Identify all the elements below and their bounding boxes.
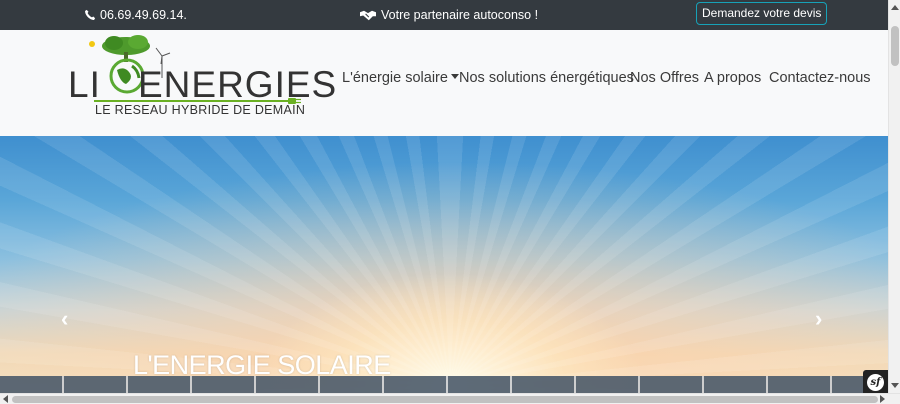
nav-item-label: L'énergie solaire — [342, 70, 448, 86]
logo-underline — [94, 100, 294, 102]
hero-carousel: ‹ › L'ENERGIE SOLAIRE — [0, 136, 888, 393]
phone-number[interactable]: 06.69.49.69.14. — [100, 8, 187, 22]
hero-caption: L'ENERGIE SOLAIRE — [133, 350, 391, 380]
handshake-icon — [360, 10, 376, 20]
site-header: LI ENERGIES LE RESEAU HYBRIDE DE DEMAIN … — [0, 30, 888, 136]
chevron-right-icon[interactable]: › — [815, 306, 822, 332]
horizontal-scroll-thumb[interactable] — [12, 396, 878, 403]
top-bar: 06.69.49.69.14. Votre partenaire autocon… — [0, 0, 888, 30]
horizontal-scrollbar[interactable] — [0, 393, 900, 404]
logo[interactable]: LI ENERGIES LE RESEAU HYBRIDE DE DEMAIN — [68, 34, 336, 126]
request-quote-button[interactable]: Demandez votre devis — [696, 2, 828, 25]
scroll-up-arrow-icon[interactable] — [891, 5, 899, 10]
phone-contact[interactable]: 06.69.49.69.14. — [84, 8, 187, 22]
scroll-left-arrow-icon[interactable] — [3, 395, 8, 403]
caret-down-icon — [450, 74, 459, 79]
symfony-icon: sf — [867, 374, 884, 391]
vertical-scroll-thumb[interactable] — [891, 26, 899, 66]
nav-item-energie-solaire[interactable]: L'énergie solaire — [342, 70, 459, 86]
scroll-down-arrow-icon[interactable] — [891, 383, 899, 388]
nav-item-a-propos[interactable]: A propos — [704, 70, 761, 86]
scroll-right-arrow-icon[interactable] — [880, 395, 885, 403]
tagline: Votre partenaire autoconso ! — [360, 8, 538, 22]
nav-item-solutions[interactable]: Nos solutions énergétiques — [459, 70, 634, 86]
tagline-text: Votre partenaire autoconso ! — [381, 8, 539, 22]
symfony-toolbar-toggle[interactable]: sf — [863, 370, 888, 395]
nav-item-contact[interactable]: Contactez-nous — [769, 70, 871, 86]
chevron-left-icon[interactable]: ‹ — [61, 306, 68, 332]
phone-icon — [85, 9, 96, 20]
logo-subtitle: LE RESEAU HYBRIDE DE DEMAIN — [95, 103, 306, 117]
nav-item-offres[interactable]: Nos Offres — [630, 70, 699, 86]
vertical-scrollbar[interactable] — [888, 0, 900, 393]
